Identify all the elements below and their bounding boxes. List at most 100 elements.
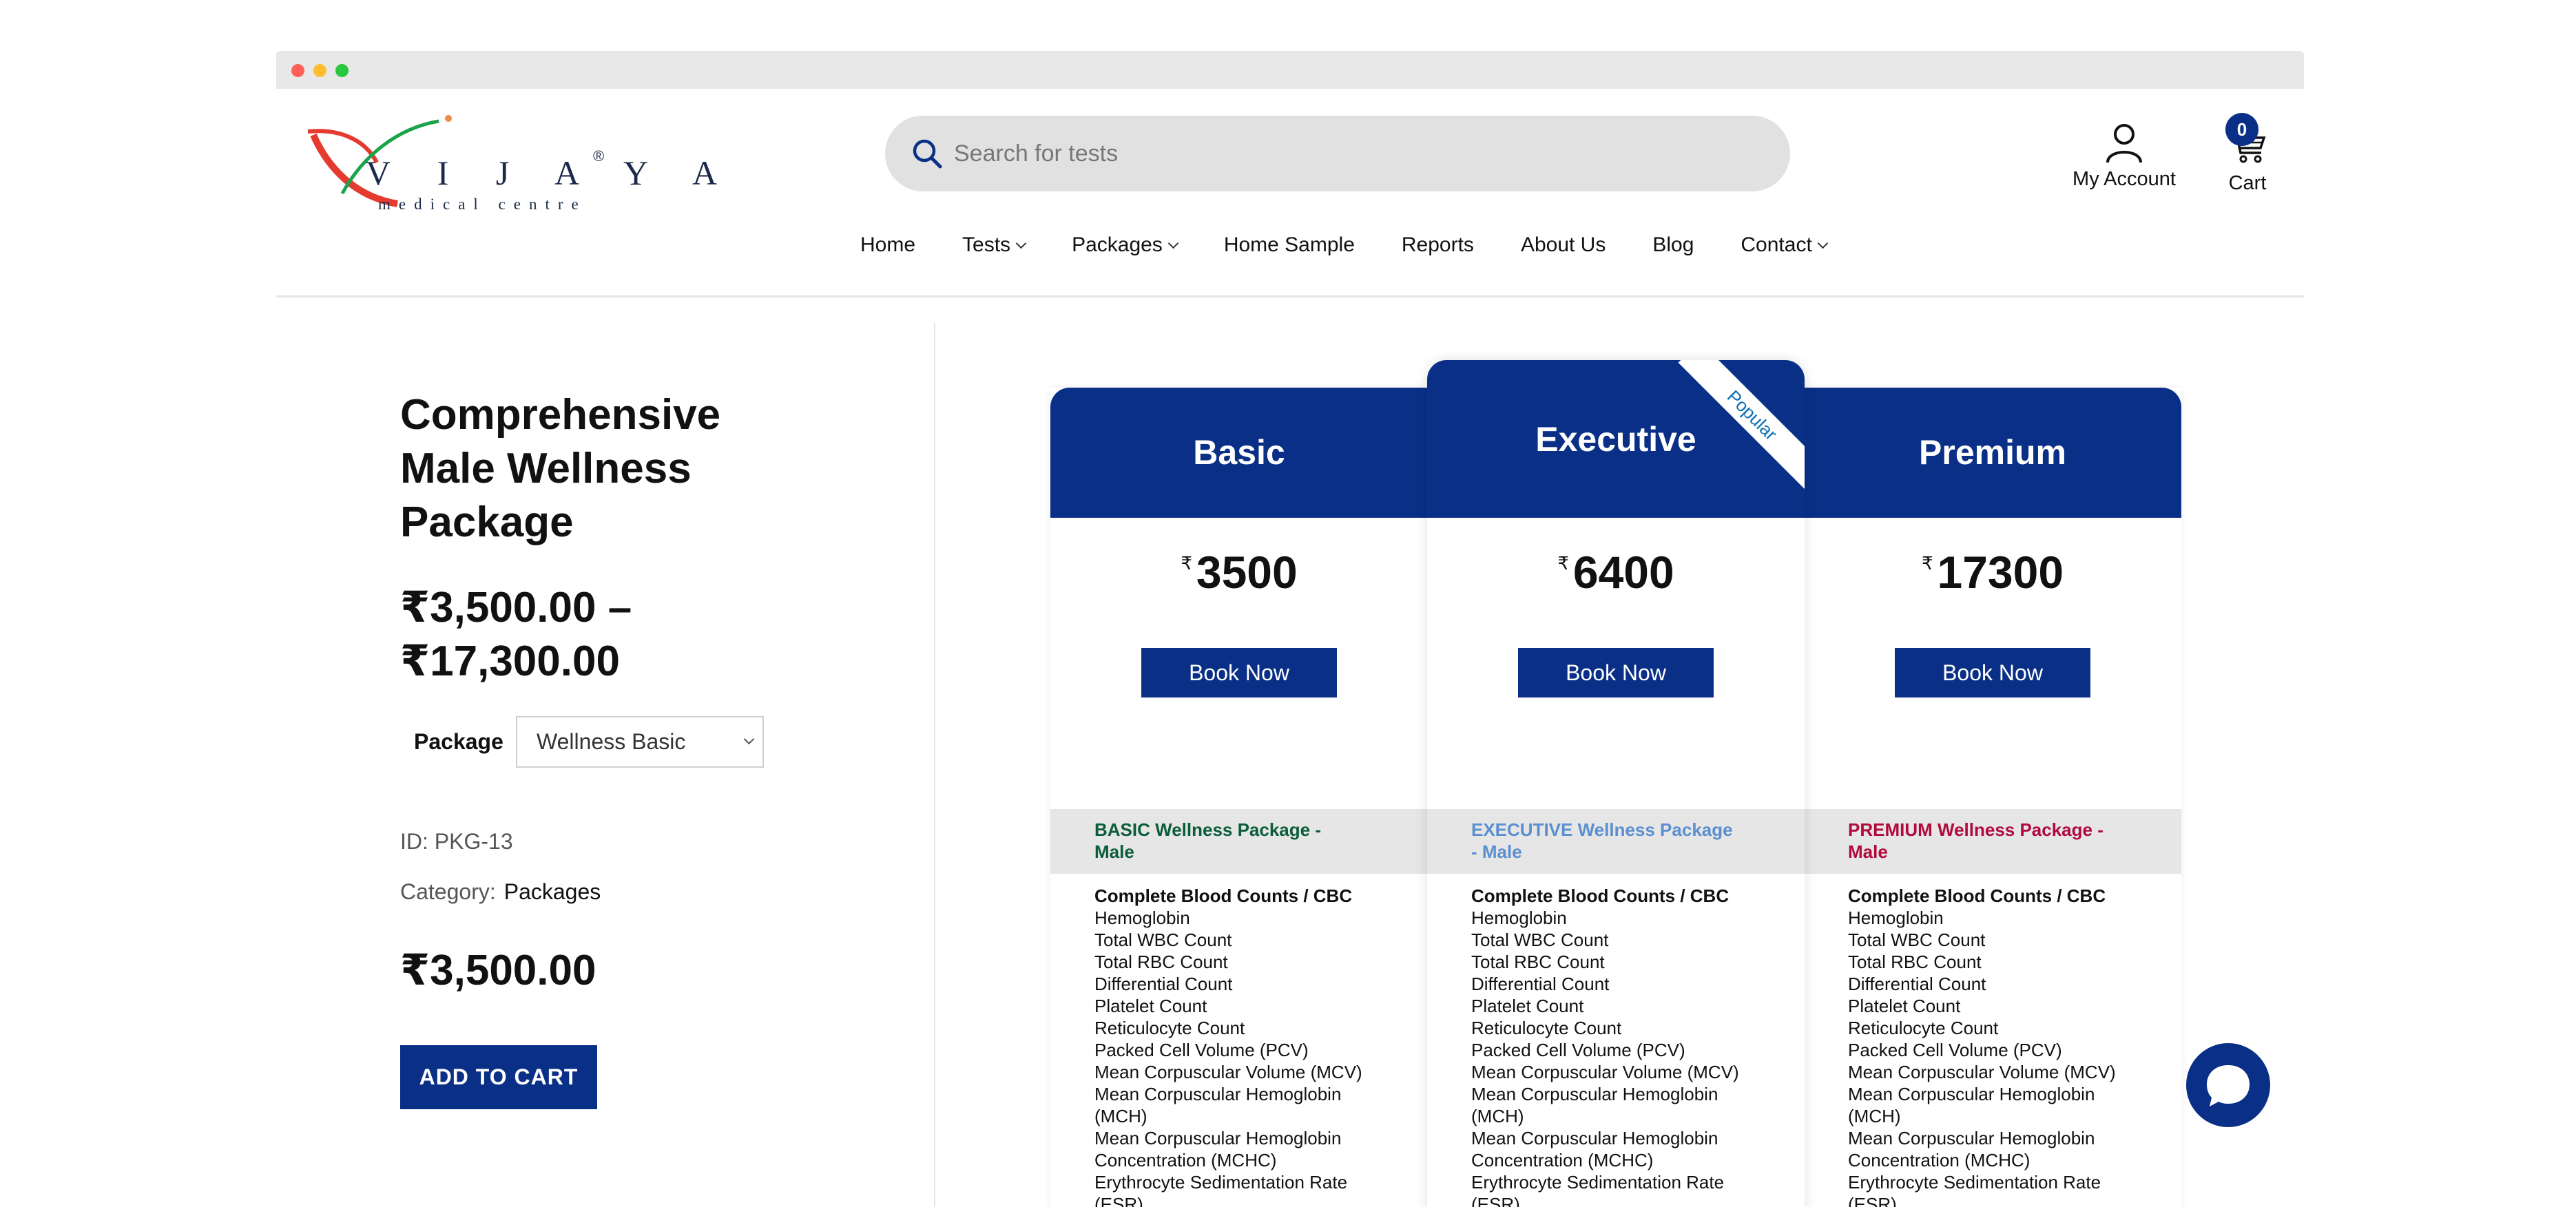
nav-item-label: Home — [860, 233, 916, 256]
feature-item: Packed Cell Volume (PCV) — [1471, 1040, 1685, 1060]
plan-band-title: PREMIUM Wellness Package - Male — [1848, 819, 2104, 862]
feature-list: Complete Blood Counts / CBC Hemoglobin T… — [1094, 885, 1398, 1207]
feature-item: Differential Count — [1848, 974, 1986, 994]
nav-item-blog[interactable]: Blog — [1652, 233, 1694, 257]
logo-tagline: medical centre — [378, 196, 587, 213]
feature-item: Reticulocyte Count — [1848, 1018, 1999, 1038]
product-price-range: ₹3,500.00 – ₹17,300.00 — [400, 584, 632, 685]
chevron-down-icon — [1167, 238, 1179, 249]
feature-heading: Complete Blood Counts / CBC — [1471, 885, 1730, 906]
nav-item-label: Tests — [962, 233, 1011, 256]
feature-item: Mean Corpuscular Hemoglobin (MCH) — [1848, 1084, 2095, 1126]
package-label: Package — [414, 729, 503, 754]
plan-band: EXECUTIVE Wellness Package - Male — [1427, 809, 1805, 874]
plan-price-value: 6400 — [1572, 547, 1674, 598]
feature-item: Hemoglobin — [1094, 907, 1190, 928]
window-titlebar — [276, 51, 2304, 89]
book-now-button[interactable]: Book Now — [1518, 648, 1714, 697]
chat-bubble-icon — [2207, 1065, 2250, 1106]
feature-item: Mean Corpuscular Hemoglobin (MCH) — [1094, 1084, 1342, 1126]
maximize-window-icon[interactable] — [335, 64, 349, 77]
plan-card-executive: Executive Popular ₹6400 Book Now EXECUTI… — [1427, 360, 1805, 1207]
plan-band-title: BASIC Wellness Package - Male — [1094, 819, 1321, 862]
plan-price-value: 3500 — [1196, 547, 1298, 598]
feature-item: Hemoglobin — [1471, 907, 1567, 928]
main-nav: Home Tests Packages Home Sample Reports … — [860, 233, 1873, 257]
feature-item: Mean Corpuscular Hemoglobin (MCH) — [1471, 1084, 1718, 1126]
feature-item: Total RBC Count — [1848, 952, 1982, 972]
feature-item: Total RBC Count — [1094, 952, 1228, 972]
category-link[interactable]: Packages — [504, 879, 601, 904]
feature-heading: Complete Blood Counts / CBC — [1848, 885, 2106, 906]
chevron-down-icon — [1817, 238, 1829, 249]
feature-item: Total RBC Count — [1471, 952, 1605, 972]
user-icon — [2106, 124, 2142, 163]
category-label: Category: — [400, 879, 496, 904]
feature-item: Reticulocyte Count — [1094, 1018, 1245, 1038]
book-now-button[interactable]: Book Now — [1141, 648, 1337, 697]
nav-item-reports[interactable]: Reports — [1402, 233, 1474, 257]
product-price: ₹3,500.00 — [400, 947, 596, 994]
nav-item-label: About Us — [1520, 233, 1606, 256]
cart-link[interactable]: 0 Cart — [2220, 113, 2275, 195]
header-divider — [276, 295, 2304, 297]
plan-price: ₹6400 — [1427, 546, 1805, 598]
search-bar[interactable] — [885, 116, 1790, 191]
currency-symbol: ₹ — [1181, 553, 1192, 574]
feature-item: Packed Cell Volume (PCV) — [1094, 1040, 1309, 1060]
product-title: Comprehensive Male Wellness Package — [400, 391, 721, 546]
feature-item: Reticulocyte Count — [1471, 1018, 1622, 1038]
package-select[interactable]: Wellness Basic — [516, 716, 764, 768]
feature-item: Erythrocyte Sedimentation Rate (ESR) — [1471, 1172, 1725, 1207]
nav-item-about-us[interactable]: About Us — [1521, 233, 1606, 257]
plan-name: Premium — [1804, 388, 2181, 518]
nav-item-home[interactable]: Home — [860, 233, 915, 257]
nav-item-label: Packages — [1072, 233, 1163, 256]
feature-item: Packed Cell Volume (PCV) — [1848, 1040, 2062, 1060]
nav-item-label: Blog — [1652, 233, 1694, 256]
search-icon[interactable] — [911, 138, 943, 169]
plan-card-basic: Basic ₹3500 Book Now BASIC Wellness Pack… — [1050, 388, 1428, 1207]
nav-item-tests[interactable]: Tests — [962, 233, 1027, 257]
feature-list: Complete Blood Counts / CBC Hemoglobin T… — [1848, 885, 2151, 1207]
feature-item: Platelet Count — [1094, 996, 1207, 1016]
feature-item: Total WBC Count — [1471, 930, 1609, 950]
column-divider — [934, 323, 935, 1207]
cart-count-badge: 0 — [2225, 113, 2258, 146]
nav-item-label: Home Sample — [1223, 233, 1355, 256]
plan-price-value: 17300 — [1937, 547, 2064, 598]
search-input[interactable] — [954, 116, 1767, 191]
close-window-icon[interactable] — [291, 64, 304, 77]
plan-price: ₹3500 — [1050, 546, 1428, 598]
currency-symbol: ₹ — [1921, 553, 1933, 574]
feature-item: Hemoglobin — [1848, 907, 1944, 928]
book-now-button[interactable]: Book Now — [1895, 648, 2090, 697]
browser-window: V I J A Y A medical centre ® My Account … — [276, 51, 2304, 1207]
feature-heading: Complete Blood Counts / CBC — [1094, 885, 1353, 906]
feature-item: Mean Corpuscular Hemoglobin Concentratio… — [1094, 1128, 1342, 1171]
my-account-label: My Account — [2073, 168, 2176, 190]
minimize-window-icon[interactable] — [313, 64, 326, 77]
feature-item: Platelet Count — [1848, 996, 1961, 1016]
feature-item: Mean Corpuscular Hemoglobin Concentratio… — [1471, 1128, 1718, 1171]
add-to-cart-button[interactable]: ADD TO CART — [400, 1045, 597, 1109]
feature-item: Mean Corpuscular Hemoglobin Concentratio… — [1848, 1128, 2095, 1171]
plan-name: Basic — [1050, 388, 1428, 518]
nav-item-packages[interactable]: Packages — [1072, 233, 1179, 257]
plan-price: ₹17300 — [1804, 546, 2181, 598]
chat-widget-button[interactable] — [2186, 1043, 2270, 1127]
feature-item: Differential Count — [1094, 974, 1233, 994]
feature-item: Mean Corpuscular Volume (MCV) — [1471, 1062, 1739, 1082]
nav-item-label: Reports — [1401, 233, 1474, 256]
nav-item-home-sample[interactable]: Home Sample — [1224, 233, 1355, 257]
logo-registered-mark: ® — [593, 147, 605, 165]
product-category: Category: Packages — [400, 879, 601, 905]
my-account-link[interactable]: My Account — [2066, 123, 2183, 191]
feature-item: Platelet Count — [1471, 996, 1584, 1016]
nav-item-contact[interactable]: Contact — [1741, 233, 1829, 257]
chevron-down-icon — [743, 733, 755, 745]
feature-item: Total WBC Count — [1848, 930, 1986, 950]
feature-item: Total WBC Count — [1094, 930, 1232, 950]
feature-item: Erythrocyte Sedimentation Rate (ESR) — [1094, 1172, 1348, 1207]
currency-symbol: ₹ — [1557, 553, 1569, 574]
